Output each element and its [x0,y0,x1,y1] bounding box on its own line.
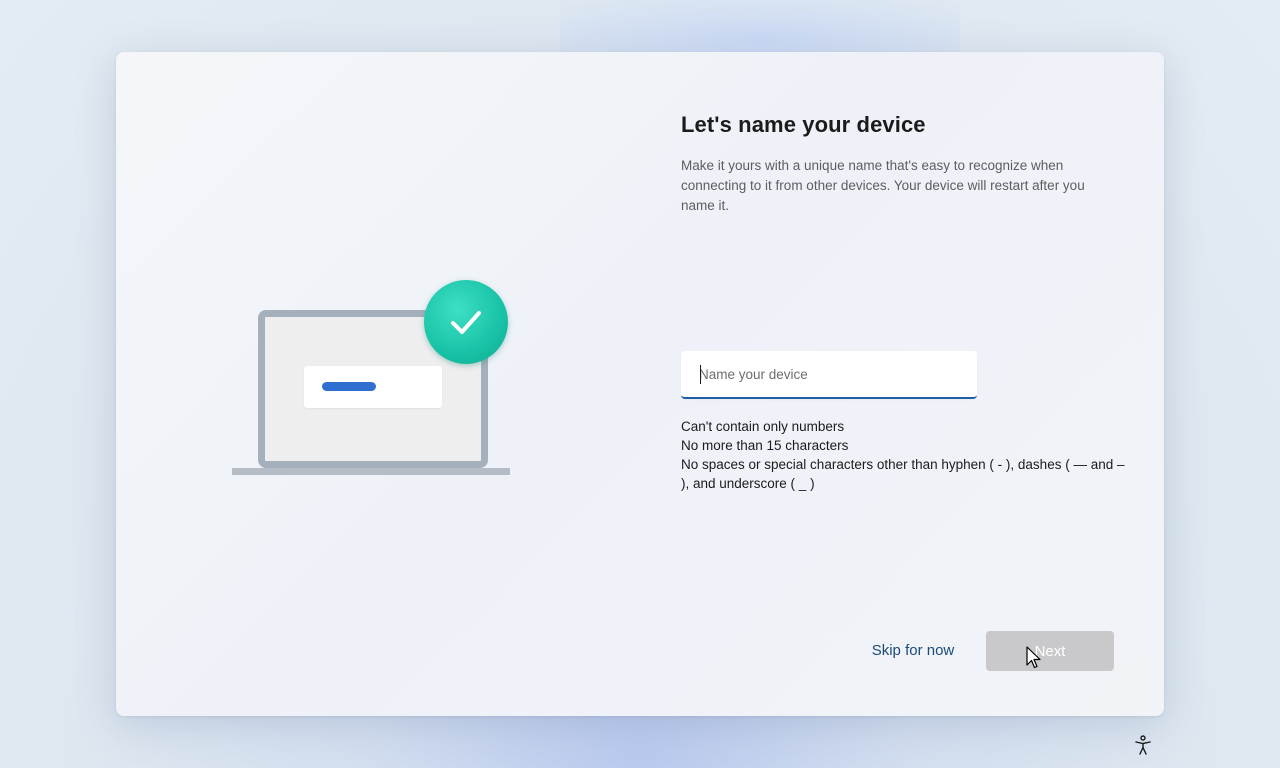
rule-item: Can't contain only numbers [681,419,845,434]
checkmark-badge [424,280,508,364]
mouse-cursor-icon [1026,646,1041,669]
skip-button[interactable]: Skip for now [858,631,968,671]
laptop-dialog [304,366,442,408]
checkmark-icon [451,311,481,334]
accessibility-button[interactable] [1132,734,1154,756]
text-caret [700,365,701,384]
device-name-field[interactable] [681,351,977,399]
naming-rules: Can't contain only numbers No more than … [681,417,1126,493]
device-name-input[interactable] [681,351,977,397]
laptop-illustration [232,280,512,480]
laptop-progress-bar [322,382,376,391]
page-title: Let's name your device [681,112,926,137]
accessibility-icon [1135,735,1151,755]
laptop-base [232,468,510,475]
setup-card: Let's name your device Make it yours wit… [116,52,1164,716]
next-button[interactable]: Next [986,631,1114,671]
content-panel: Let's name your device Make it yours wit… [681,112,1131,216]
page-description: Make it yours with a unique name that's … [681,158,1085,213]
rule-item: No more than 15 characters [681,438,849,453]
rule-item: No spaces or special characters other th… [681,457,1125,491]
